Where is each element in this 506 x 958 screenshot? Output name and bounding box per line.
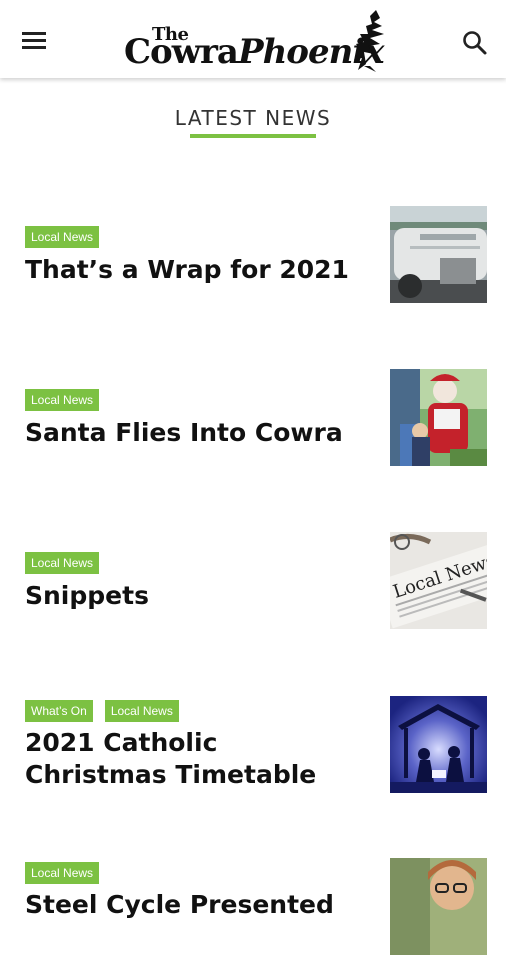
article-thumbnail[interactable]	[390, 206, 487, 303]
article-thumbnail[interactable]: Local News	[390, 532, 487, 629]
article-headline[interactable]: Snippets	[25, 580, 375, 612]
site-logo[interactable]: The Cowra Phoenix	[124, 8, 394, 74]
hamburger-icon-bar	[22, 39, 46, 42]
santa-photo-icon	[390, 369, 487, 466]
article-headline[interactable]: 2021 Catholic Christmas Timetable	[25, 727, 375, 791]
article-headline[interactable]: Steel Cycle Presented	[25, 889, 375, 921]
search-button[interactable]	[460, 28, 490, 58]
search-icon	[463, 31, 487, 55]
section-title: LATEST NEWS	[174, 106, 332, 130]
category-tag[interactable]: Local News	[25, 552, 100, 574]
article-headline[interactable]: That’s a Wrap for 2021	[25, 254, 375, 286]
section-title-underline	[190, 134, 316, 138]
hamburger-icon-bar	[22, 32, 46, 35]
article-card[interactable]: Local News That’s a Wrap for 2021	[0, 206, 506, 306]
article-tags: Local News	[25, 862, 100, 884]
article-tags: What’s On Local News	[25, 700, 179, 722]
hamburger-icon-bar	[22, 46, 46, 49]
article-thumbnail[interactable]	[390, 858, 487, 955]
portrait-photo-icon	[390, 858, 487, 955]
article-tags: Local News	[25, 226, 100, 248]
article-headline[interactable]: Santa Flies Into Cowra	[25, 417, 375, 449]
phoenix-bird-icon	[354, 10, 384, 72]
category-tag[interactable]: Local News	[25, 862, 100, 884]
nativity-photo-icon	[390, 696, 487, 793]
article-thumbnail[interactable]	[390, 369, 487, 466]
article-tags: Local News	[25, 552, 100, 574]
category-tag[interactable]: Local News	[25, 226, 100, 248]
app-header: The Cowra Phoenix	[0, 0, 506, 78]
article-card[interactable]: Local News Snippets Local News	[0, 532, 506, 632]
article-headline-line: 2021 Catholic	[25, 728, 218, 757]
logo-cowra-text: Cowra	[124, 32, 239, 72]
article-card[interactable]: What’s On Local News 2021 Catholic Chris…	[0, 696, 506, 796]
article-thumbnail[interactable]	[390, 696, 487, 793]
newspaper-photo-icon: Local News	[390, 532, 487, 629]
category-tag[interactable]: Local News	[25, 389, 100, 411]
article-tags: Local News	[25, 389, 100, 411]
category-tag[interactable]: What’s On	[25, 700, 93, 722]
article-headline-line: Christmas Timetable	[25, 760, 317, 789]
train-photo-icon	[390, 206, 487, 303]
article-card[interactable]: Local News Santa Flies Into Cowra	[0, 369, 506, 469]
category-tag[interactable]: Local News	[104, 700, 179, 722]
article-card[interactable]: Local News Steel Cycle Presented	[0, 858, 506, 958]
menu-button[interactable]	[22, 32, 48, 52]
